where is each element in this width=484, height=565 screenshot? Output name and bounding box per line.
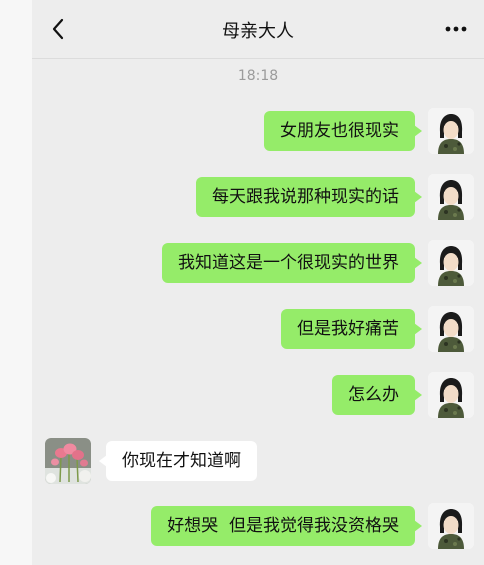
more-dots-icon[interactable] xyxy=(444,20,468,38)
chat-window: 母亲大人 18:18 女朋友也很现实 每天跟我说那种现实的话 我知道这是一个很现… xyxy=(32,0,484,565)
sent-message-bubble[interactable]: 但是我好痛苦 xyxy=(281,309,422,349)
message-row: 你现在才知道啊 xyxy=(32,438,484,494)
message-row: 好想哭 但是我觉得我没资格哭 xyxy=(32,503,484,559)
my-avatar[interactable] xyxy=(428,503,474,549)
message-row: 女朋友也很现实 xyxy=(32,108,484,164)
sent-message-bubble[interactable]: 我知道这是一个很现实的世界 xyxy=(162,243,422,283)
contact-avatar[interactable] xyxy=(45,438,91,484)
received-message-bubble[interactable]: 你现在才知道啊 xyxy=(99,441,257,481)
my-avatar[interactable] xyxy=(428,108,474,154)
my-avatar[interactable] xyxy=(428,306,474,352)
message-row: 我知道这是一个很现实的世界 xyxy=(32,240,484,296)
message-row: 但是我好痛苦 xyxy=(32,306,484,362)
chat-title: 母亲大人 xyxy=(222,21,294,42)
chat-header: 母亲大人 xyxy=(32,0,484,59)
sent-message-bubble[interactable]: 怎么办 xyxy=(332,375,422,415)
message-timestamp: 18:18 xyxy=(237,68,279,84)
message-row: 每天跟我说那种现实的话 xyxy=(32,174,484,230)
message-row: 怎么办 xyxy=(32,372,484,428)
sent-message-bubble[interactable]: 女朋友也很现实 xyxy=(264,111,422,151)
my-avatar[interactable] xyxy=(428,174,474,220)
left-panel-edge xyxy=(0,0,32,565)
sent-message-bubble[interactable]: 好想哭 但是我觉得我没资格哭 xyxy=(151,506,422,546)
sent-message-bubble[interactable]: 每天跟我说那种现实的话 xyxy=(196,177,422,217)
my-avatar[interactable] xyxy=(428,240,474,286)
my-avatar[interactable] xyxy=(428,372,474,418)
